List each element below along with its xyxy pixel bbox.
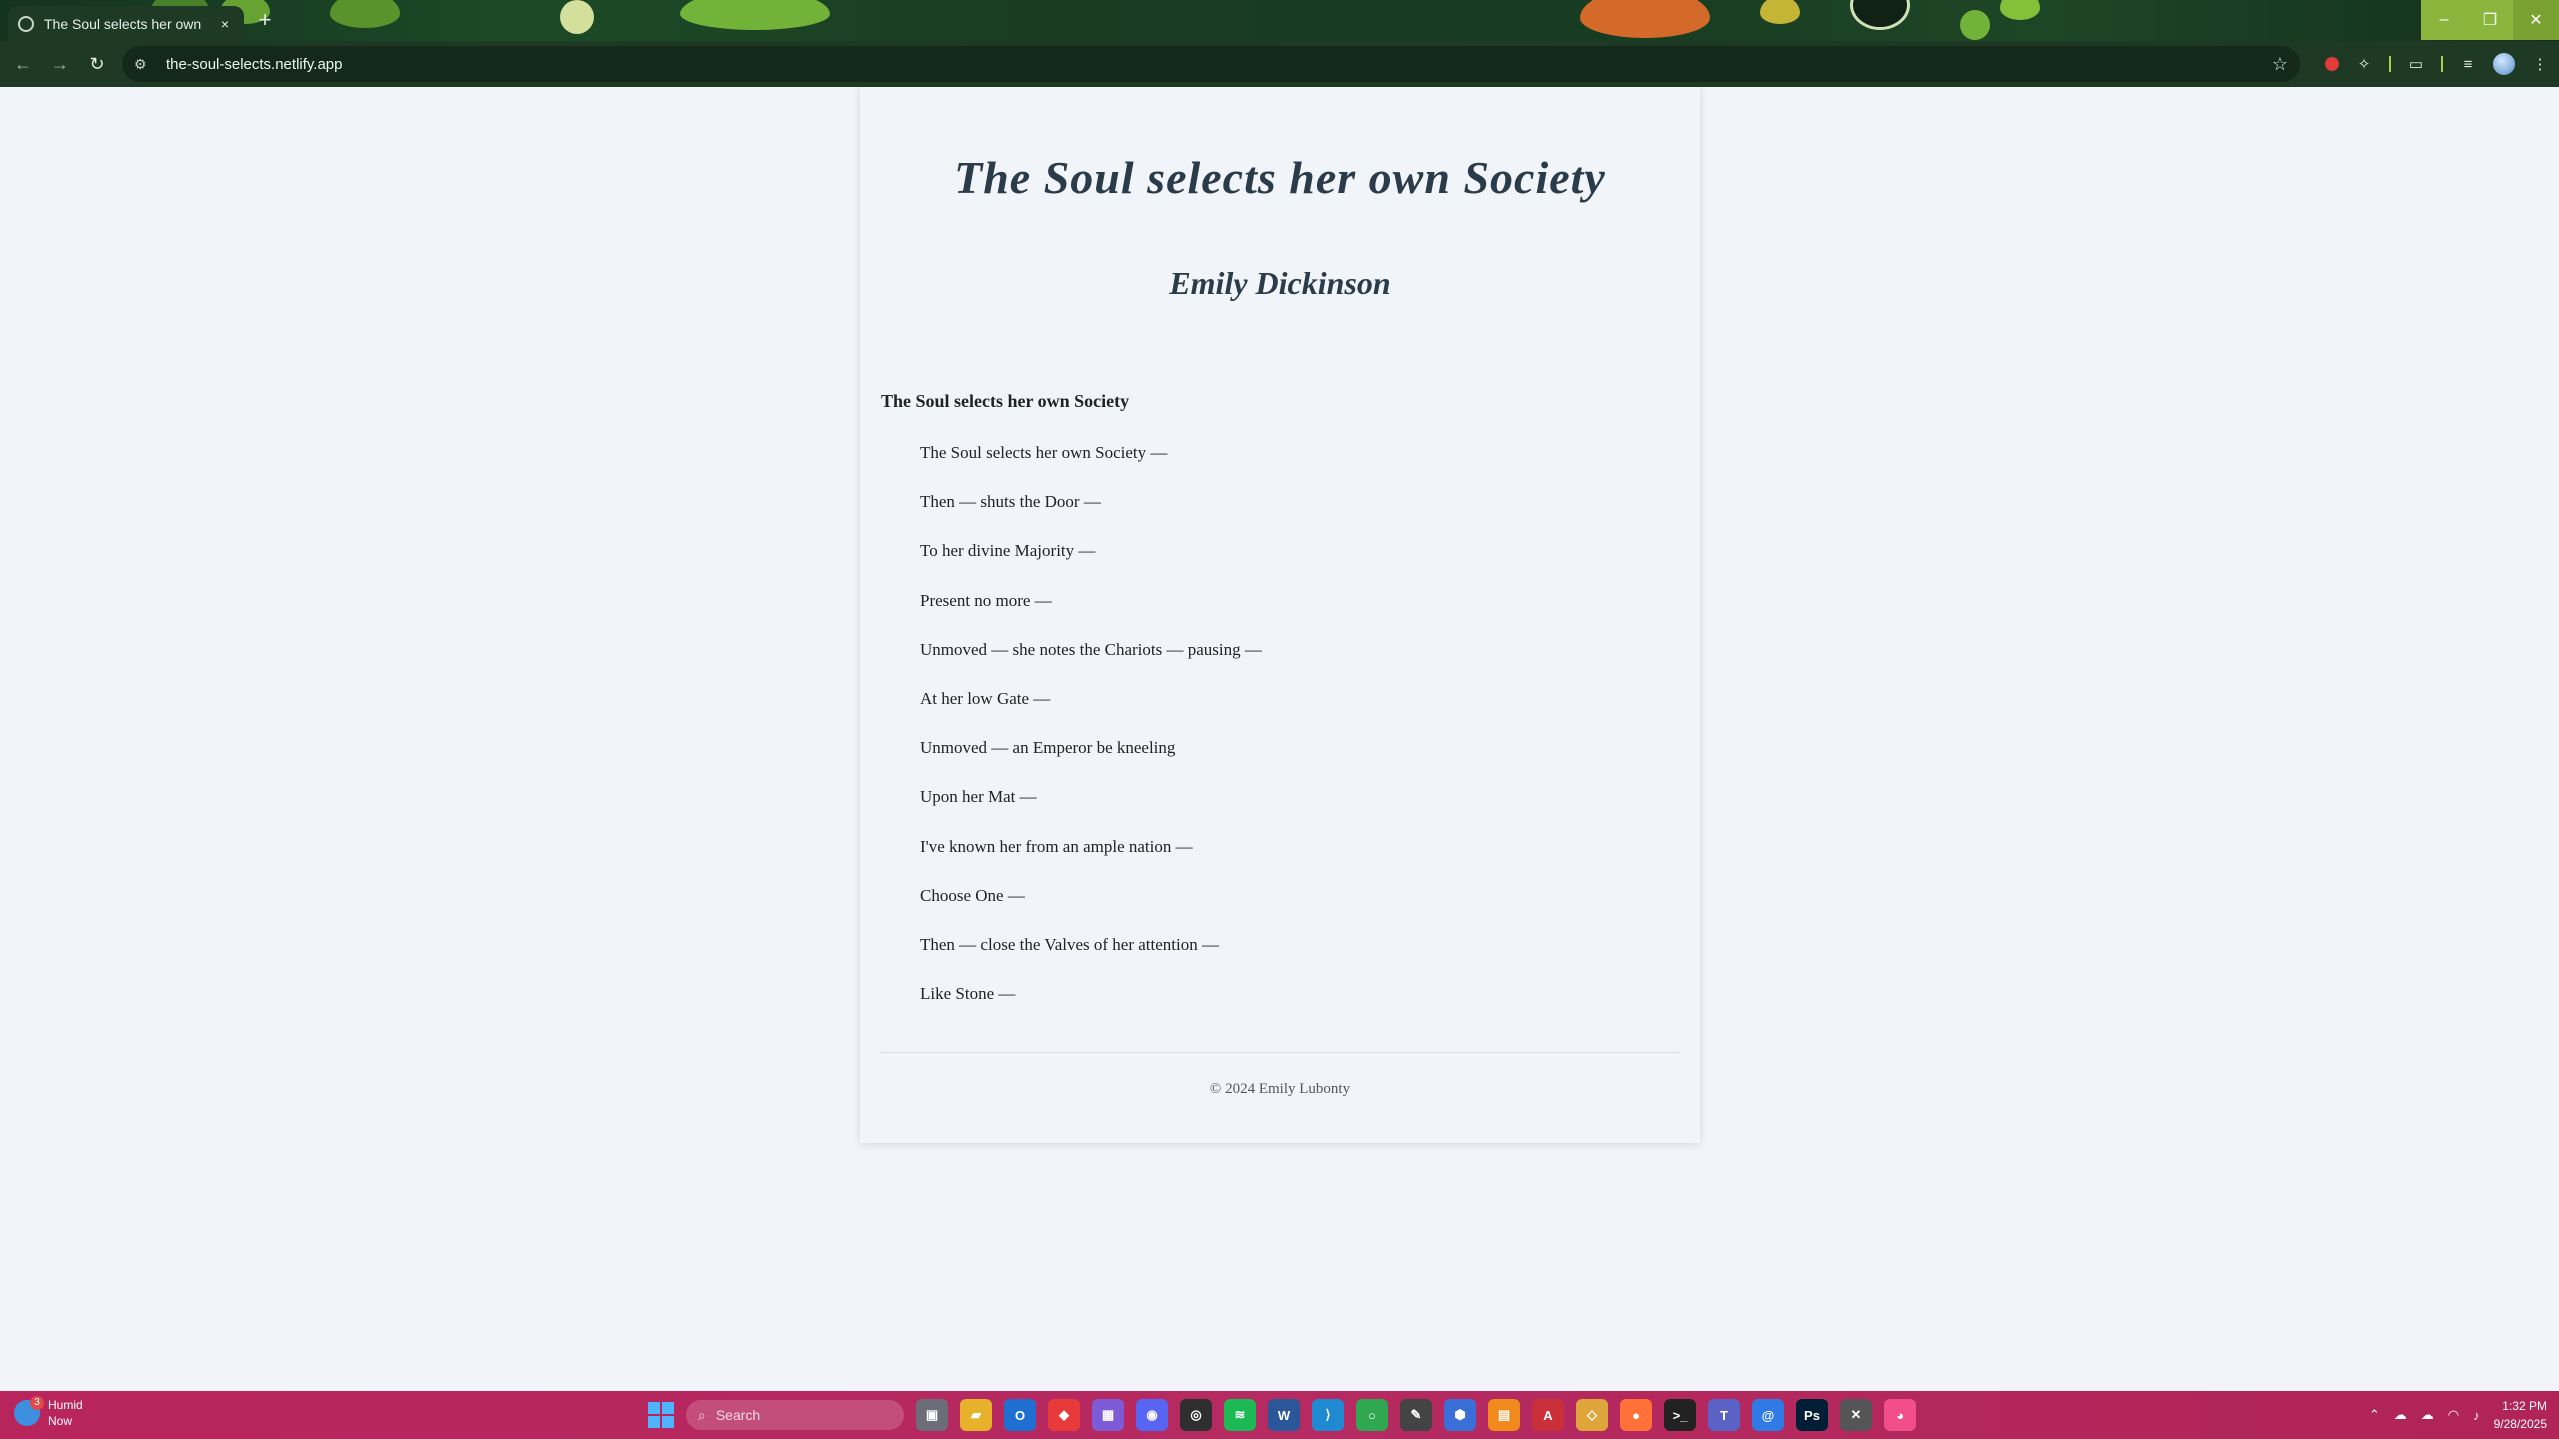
menu-kebab-icon[interactable]: ⋮	[2529, 53, 2551, 75]
poem-line: Upon her Mat —	[920, 787, 1037, 807]
profile-avatar-icon[interactable]	[2493, 53, 2515, 75]
page-viewport: The Soul selects her own Society Emily D…	[0, 87, 2559, 1391]
decorative-flower	[560, 0, 594, 34]
poem-line: Present no more —	[920, 590, 1052, 610]
poem-line: Unmoved — she notes the Chariots — pausi…	[920, 639, 1262, 659]
chrome-icon[interactable]: ◎	[1180, 1399, 1212, 1431]
section-heading: The Soul selects her own Society	[881, 391, 1130, 411]
onedrive-icon[interactable]: ☁	[2421, 1407, 2434, 1423]
poem-line: Then — shuts the Door —	[920, 492, 1101, 512]
poem-lines: The Soul selects her own Society — Then …	[920, 443, 1262, 1033]
toolbar-extensions: ✧ ▭ ≡ ⋮	[2325, 46, 2551, 82]
terminal-icon[interactable]: >_	[1664, 1399, 1696, 1431]
clock-time: 1:32 PM	[2502, 1399, 2547, 1413]
weather-widget[interactable]: 3 Humid Now	[14, 1396, 83, 1429]
reading-list-icon[interactable]: ≡	[2457, 53, 2479, 75]
taskbar: 3 Humid Now ⌕ Search ▣ ▰ O ◆ ▦ ◉ ◎ ≋ W ⟩…	[0, 1391, 2559, 1439]
file-explorer-icon[interactable]: ▰	[960, 1399, 992, 1431]
browser-toolbar: ← → ↻ ⚙ the-soul-selects.netlify.app ☆ ✧…	[0, 41, 2559, 87]
wifi-icon[interactable]: ◠	[2448, 1407, 2459, 1423]
game-app-icon[interactable]: ✕	[1840, 1399, 1872, 1431]
system-tray: ⌃ ☁ ☁ ◠ ♪ 1:32 PM 9/28/2025	[2369, 1395, 2547, 1435]
extensions-puzzle-icon[interactable]: ✧	[2353, 53, 2375, 75]
spotify-icon[interactable]: ≋	[1224, 1399, 1256, 1431]
decorative-leaf	[330, 0, 400, 28]
close-tab-icon[interactable]: ×	[216, 16, 234, 32]
page-title: The Soul selects her own Society	[954, 152, 1606, 203]
task-view-icon[interactable]: ▣	[916, 1399, 948, 1431]
close-window-button[interactable]: ✕	[2513, 0, 2559, 40]
vscode-icon[interactable]: ⟩	[1312, 1399, 1344, 1431]
discord-icon[interactable]: ◉	[1136, 1399, 1168, 1431]
weather-subtitle: Now	[48, 1414, 73, 1428]
decorative-leaf	[2000, 0, 2040, 20]
address-bar[interactable]: ⚙ the-soul-selects.netlify.app ☆	[122, 46, 2300, 82]
red-app-icon[interactable]: ◆	[1048, 1399, 1080, 1431]
browser-tab[interactable]: The Soul selects her own Societ ×	[8, 6, 244, 41]
edge-like-app-icon[interactable]: @	[1752, 1399, 1784, 1431]
cloud-icon[interactable]: ☁	[2394, 1407, 2407, 1423]
bookmark-star-icon[interactable]: ☆	[2272, 54, 2288, 75]
toolbar-divider	[2389, 56, 2391, 72]
photoshop-icon[interactable]: Ps	[1796, 1399, 1828, 1431]
window-controls: – ❐ ✕	[2421, 0, 2559, 41]
taskbar-apps: ⌕ Search ▣ ▰ O ◆ ▦ ◉ ◎ ≋ W ⟩ ○ ✎ ⬢ ▤ A ◇…	[648, 1399, 1916, 1431]
shield-app-icon[interactable]: ⬢	[1444, 1399, 1476, 1431]
poem-line: I've known her from an ample nation —	[920, 836, 1193, 856]
windows-start-icon[interactable]	[648, 1402, 674, 1428]
circle-app-icon[interactable]: ○	[1356, 1399, 1388, 1431]
toolbar-divider	[2441, 56, 2443, 72]
poem-line: The Soul selects her own Society —	[920, 443, 1168, 462]
url-text: the-soul-selects.netlify.app	[166, 55, 343, 73]
acrobat-icon[interactable]: A	[1532, 1399, 1564, 1431]
poem-line: Like Stone —	[920, 984, 1016, 1004]
photos-app-icon[interactable]: ▦	[1092, 1399, 1124, 1431]
chevron-up-icon[interactable]: ⌃	[2369, 1407, 2380, 1423]
reload-icon[interactable]: ↻	[80, 47, 114, 81]
footer-divider	[881, 1052, 1679, 1053]
teams-icon[interactable]: T	[1708, 1399, 1740, 1431]
forward-arrow-icon[interactable]: →	[43, 47, 77, 81]
copyright-footer: © 2024 Emily Lubonty	[1209, 1081, 1351, 1097]
poem-line: At her low Gate —	[920, 688, 1051, 708]
extension-record-icon[interactable]	[2325, 57, 2339, 71]
decorative-leaf	[1960, 10, 1990, 40]
poem-card: The Soul selects her own Society Emily D…	[860, 87, 1700, 1143]
poem-line: Then — close the Valves of her attention…	[920, 934, 1219, 954]
poem-line: To her divine Majority —	[920, 541, 1096, 561]
site-settings-icon[interactable]: ⚙	[134, 56, 154, 73]
volume-icon[interactable]: ♪	[2473, 1408, 2480, 1423]
decorative-fish	[1580, 0, 1710, 38]
clock-date: 9/28/2025	[2493, 1417, 2547, 1431]
outlook-icon[interactable]: O	[1004, 1399, 1036, 1431]
poem-author: Emily Dickinson	[1169, 265, 1391, 301]
decorative-leaf	[680, 0, 830, 30]
browser-tab-strip: The Soul selects her own Societ × + – ❐ …	[0, 0, 2559, 41]
maximize-button[interactable]: ❐	[2467, 0, 2513, 40]
poem-line: Choose One —	[920, 885, 1025, 905]
taskbar-search-input[interactable]: ⌕ Search	[686, 1400, 904, 1430]
search-placeholder: Search	[715, 1407, 761, 1423]
globe-icon	[18, 15, 34, 32]
cast-icon[interactable]: ▭	[2405, 53, 2427, 75]
minimize-button[interactable]: –	[2421, 0, 2467, 40]
weather-title: Humid	[48, 1398, 83, 1412]
search-icon: ⌕	[698, 1406, 706, 1423]
new-tab-button[interactable]: +	[252, 8, 278, 34]
pen-app-icon[interactable]: ✎	[1400, 1399, 1432, 1431]
decorative-spiral	[1850, 0, 1910, 30]
notification-badge: 3	[30, 1396, 44, 1410]
poem-line: Unmoved — an Emperor be kneeling	[920, 738, 1176, 758]
decorative-leaf	[1760, 0, 1800, 24]
store-app-icon[interactable]: ▤	[1488, 1399, 1520, 1431]
firefox-icon[interactable]: ●	[1620, 1399, 1652, 1431]
back-arrow-icon[interactable]: ←	[6, 47, 40, 81]
pink-app-icon[interactable]: ◕	[1884, 1399, 1916, 1431]
tab-title: The Soul selects her own Societ	[44, 15, 206, 32]
diamond-app-icon[interactable]: ◇	[1576, 1399, 1608, 1431]
weather-icon: 3	[14, 1396, 44, 1426]
word-icon[interactable]: W	[1268, 1399, 1300, 1431]
clock[interactable]: 1:32 PM 9/28/2025	[2494, 1397, 2547, 1433]
